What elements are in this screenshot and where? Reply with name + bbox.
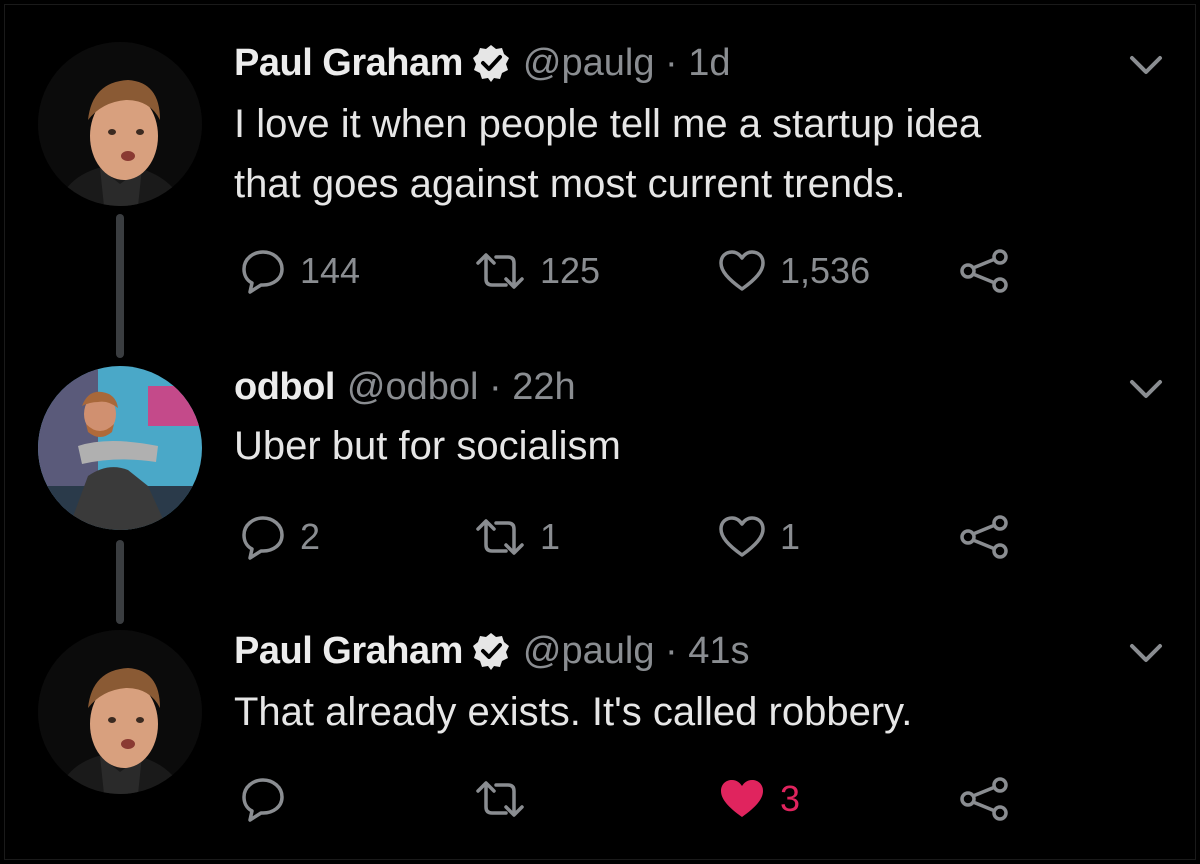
verified-badge-icon [472,633,509,670]
reply-button[interactable] [240,774,300,824]
share-button[interactable] [960,774,1010,824]
like-count: 3 [780,778,801,819]
heart-icon [721,780,763,817]
display-name[interactable]: Paul Graham [234,628,463,674]
avatar[interactable] [38,630,202,794]
retweet-button[interactable] [474,774,540,824]
share-icon [960,777,1008,821]
tweet[interactable]: Paul Graham @paulg · 41s That already ex… [0,0,1200,864]
tweet-actions: 3 [234,774,1034,824]
handle-and-time[interactable]: @paulg · 41s [523,628,750,674]
retweet-icon [476,781,524,817]
like-button[interactable]: 3 [718,774,800,824]
tweet-header: Paul Graham @paulg · 41s [234,628,750,674]
reply-icon [242,778,284,822]
chevron-down-icon[interactable] [1128,642,1164,666]
tweet-text-line: That already exists. It's called robbery… [234,690,913,734]
